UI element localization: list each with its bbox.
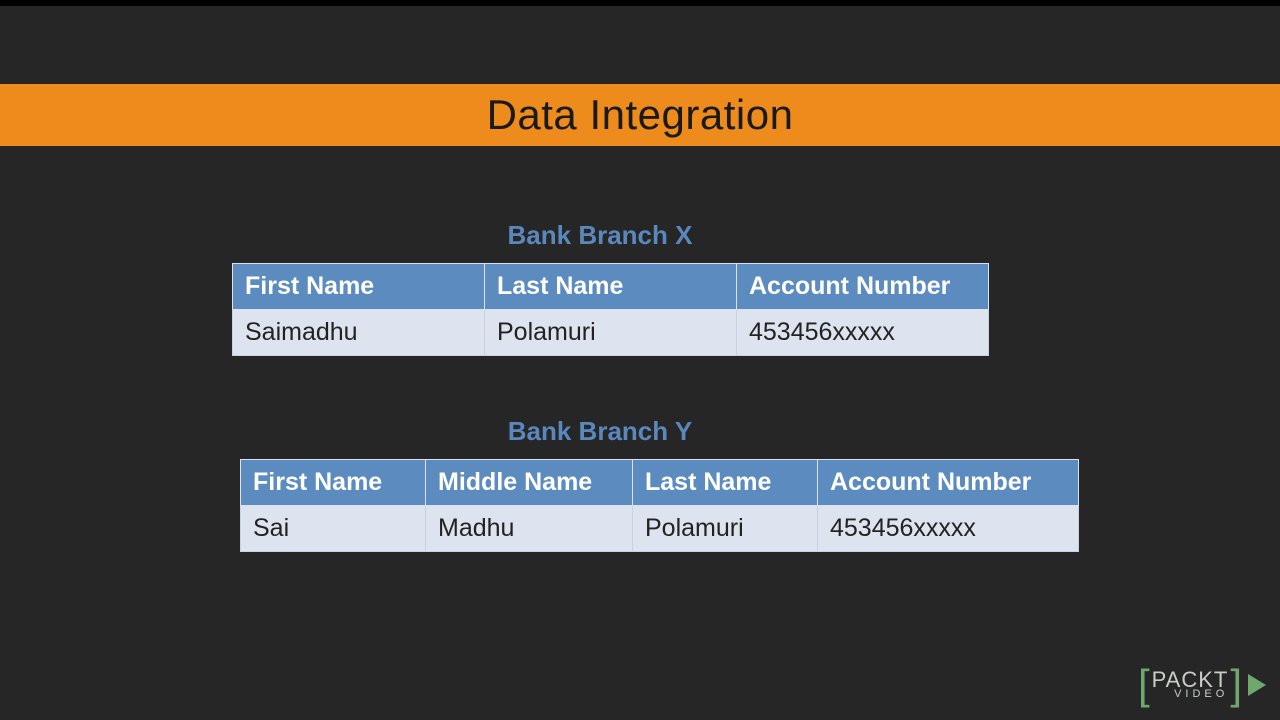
bracket-left-icon: [ [1138, 664, 1150, 706]
cell-account-number: 453456xxxxx [737, 310, 989, 356]
col-account-number: Account Number [737, 264, 989, 310]
col-first-name: First Name [241, 460, 426, 506]
table-row: Saimadhu Polamuri 453456xxxxx [233, 310, 989, 356]
table-row: Sai Madhu Polamuri 453456xxxxx [241, 506, 1079, 552]
logo-sub: VIDEO [1174, 689, 1228, 699]
branch-x-section: Bank Branch X First Name Last Name Accou… [232, 220, 988, 356]
cell-middle-name: Madhu [426, 506, 633, 552]
top-black-strip [0, 0, 1280, 6]
col-last-name: Last Name [633, 460, 818, 506]
branch-x-table: First Name Last Name Account Number Saim… [232, 263, 989, 356]
packt-logo: [ PACKT VIDEO ] [1138, 664, 1266, 706]
bracket-right-icon: ] [1230, 664, 1242, 706]
play-icon [1248, 674, 1266, 696]
cell-last-name: Polamuri [485, 310, 737, 356]
page-title: Data Integration [487, 91, 794, 139]
cell-last-name: Polamuri [633, 506, 818, 552]
cell-first-name: Saimadhu [233, 310, 485, 356]
col-first-name: First Name [233, 264, 485, 310]
branch-y-table: First Name Middle Name Last Name Account… [240, 459, 1079, 552]
branch-y-caption: Bank Branch Y [180, 416, 1020, 447]
col-last-name: Last Name [485, 264, 737, 310]
col-middle-name: Middle Name [426, 460, 633, 506]
content-area: Bank Branch X First Name Last Name Accou… [0, 160, 1280, 552]
branch-y-section: Bank Branch Y First Name Middle Name Las… [240, 416, 1080, 552]
logo-text: PACKT VIDEO [1152, 670, 1229, 699]
table-header-row: First Name Last Name Account Number [233, 264, 989, 310]
branch-x-caption: Bank Branch X [222, 220, 978, 251]
cell-first-name: Sai [241, 506, 426, 552]
table-header-row: First Name Middle Name Last Name Account… [241, 460, 1079, 506]
col-account-number: Account Number [818, 460, 1079, 506]
cell-account-number: 453456xxxxx [818, 506, 1079, 552]
title-bar: Data Integration [0, 84, 1280, 146]
